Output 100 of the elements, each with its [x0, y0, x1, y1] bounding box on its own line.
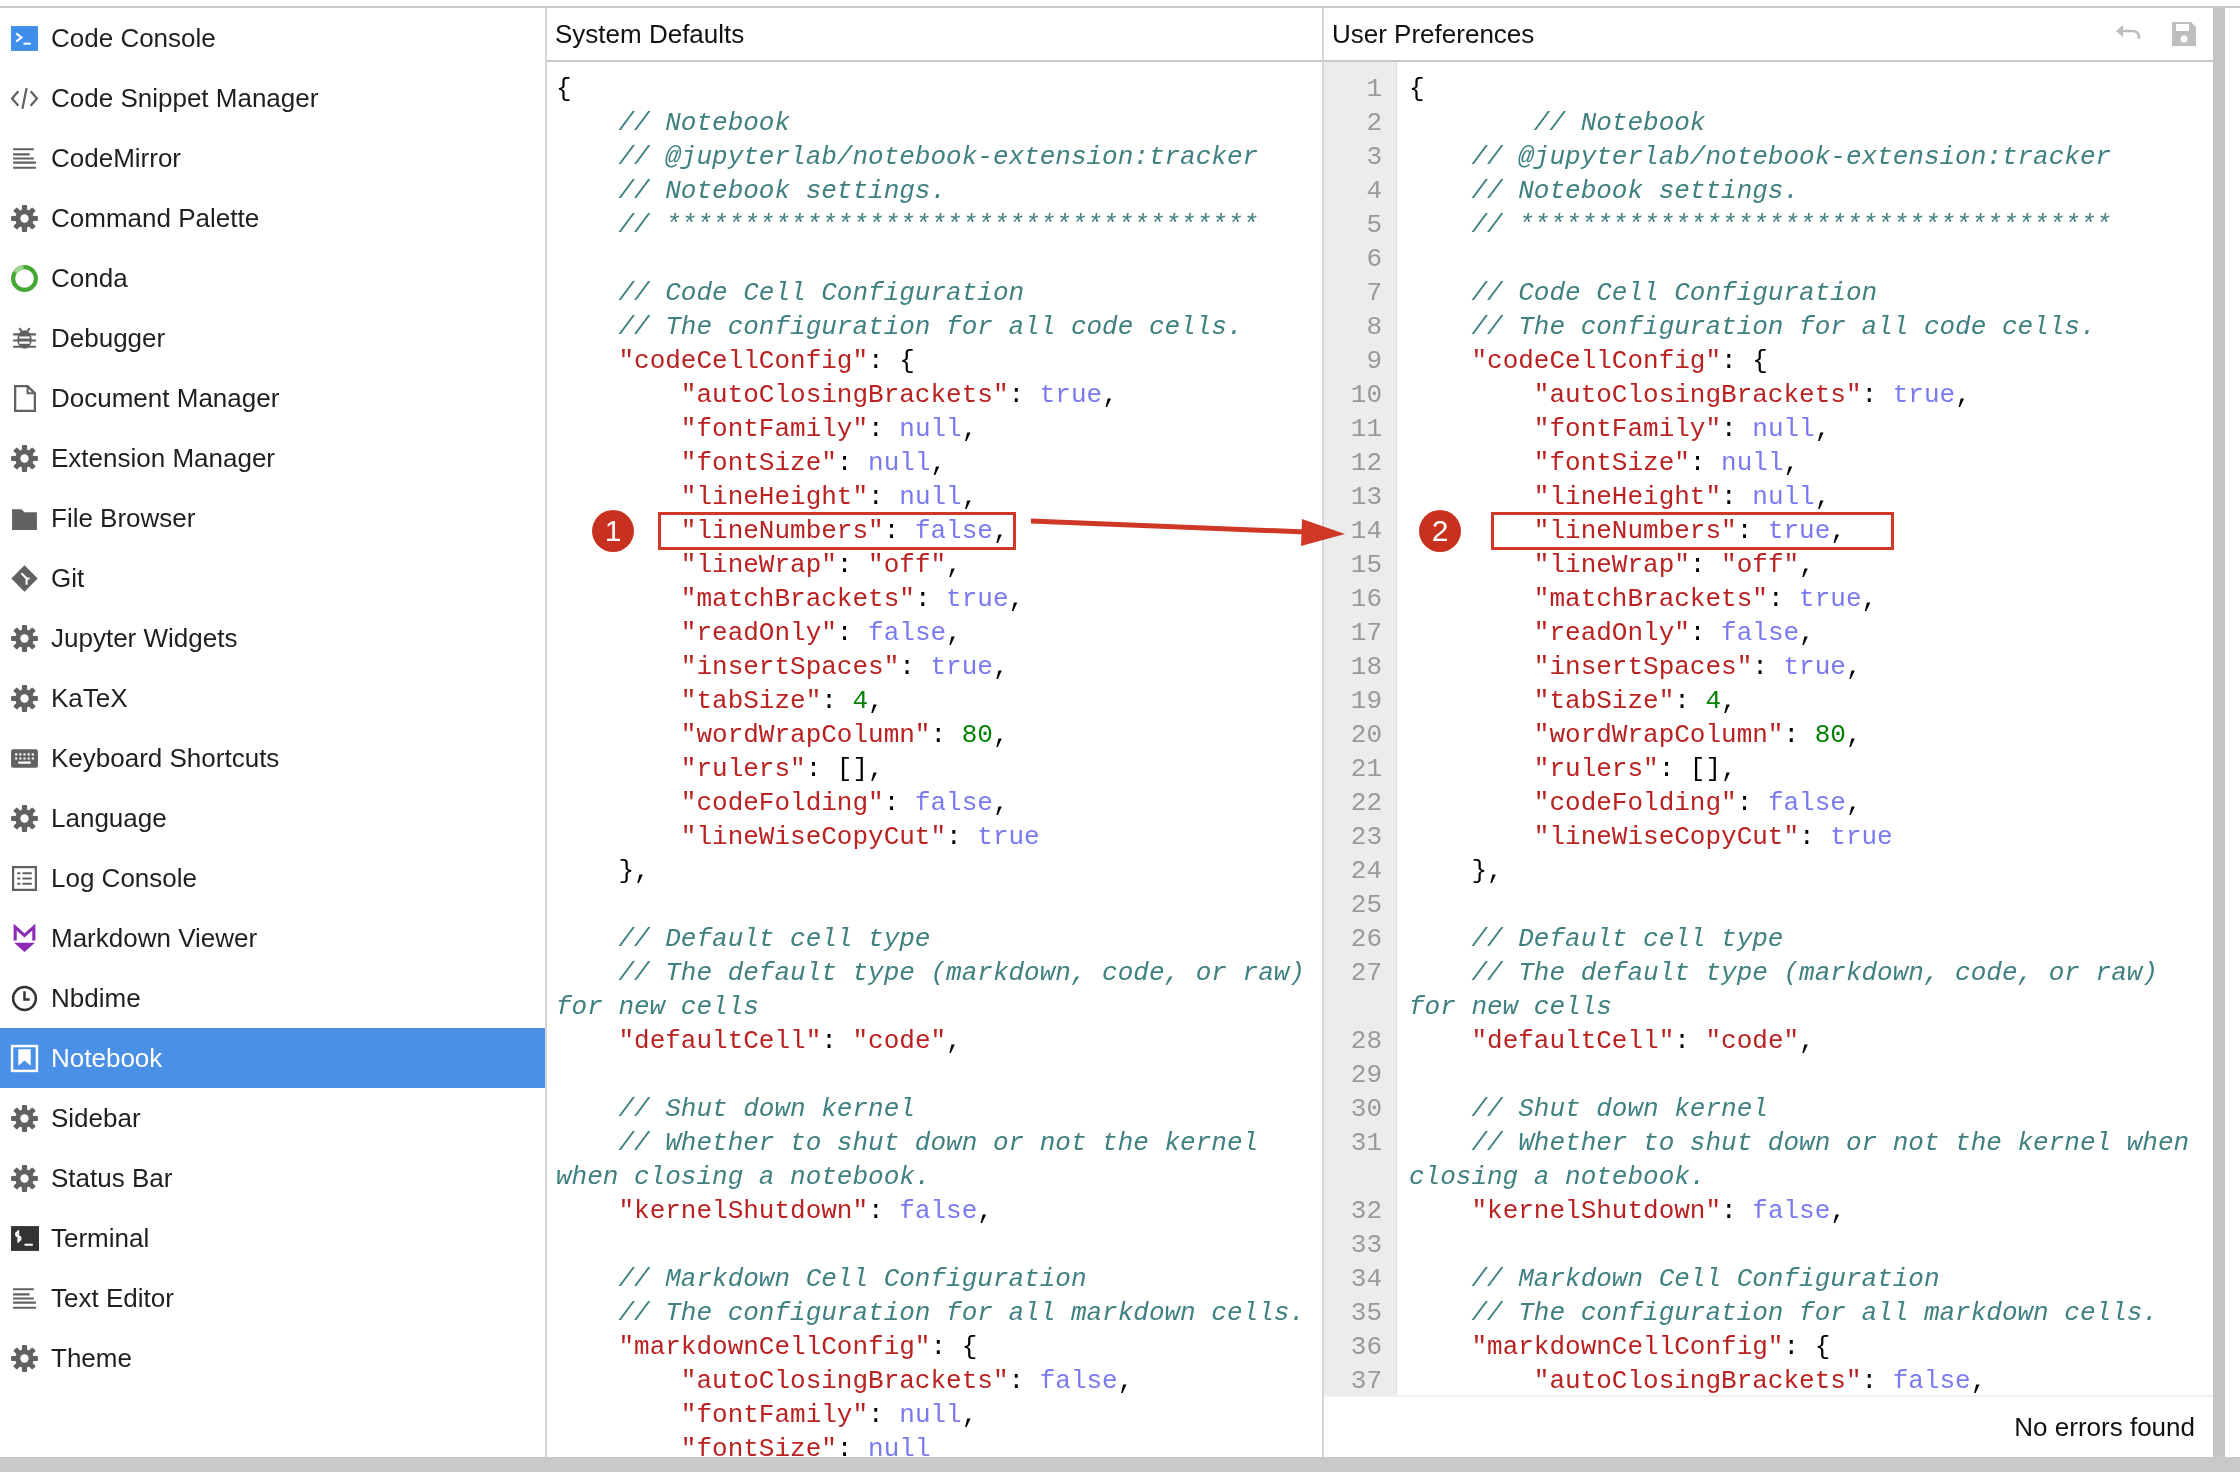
sidebar-item[interactable]: Text Editor — [0, 1268, 545, 1328]
settings-icon — [10, 1163, 39, 1193]
line-number: 27 — [1349, 957, 1383, 990]
settings-icon — [10, 623, 39, 653]
code-line: "autoClosingBrackets": false, — [1533, 1366, 1987, 1395]
sidebar-item[interactable]: Log Console — [0, 848, 545, 908]
list-icon — [10, 863, 39, 893]
code-line: "defaultCell": "code", — [618, 1026, 962, 1056]
code-line: "fontFamily": null, — [680, 414, 978, 444]
code-line: "markdownCellConfig": { — [1471, 1332, 1831, 1362]
code-line: "defaultCell": "code", — [1471, 1026, 1815, 1056]
code-line: "tabSize": 4, — [680, 686, 884, 716]
sidebar-item[interactable]: Document Manager — [0, 368, 545, 428]
code-line: "matchBrackets": true, — [680, 584, 1025, 614]
line-number: 2 — [1365, 107, 1383, 140]
code-line: { — [1409, 74, 1425, 104]
code-line: // The configuration for all code cells. — [618, 312, 1243, 342]
step-marker: 1 — [592, 510, 634, 552]
line-number: 21 — [1349, 753, 1383, 786]
line-number: 20 — [1349, 719, 1383, 752]
line-number: 32 — [1349, 1195, 1383, 1228]
code-line: // Shut down kernel — [1471, 1094, 1768, 1124]
scrollbar[interactable] — [0, 1457, 2240, 1472]
line-number: 13 — [1349, 481, 1383, 514]
line-number: 36 — [1349, 1331, 1383, 1364]
status-message: No errors found — [2014, 1411, 2195, 1443]
line-number: 8 — [1365, 311, 1383, 344]
sidebar-item[interactable]: Language — [0, 788, 545, 848]
code-line: // Notebook settings. — [1471, 176, 1800, 206]
code-line: // The configuration for all markdown cells. — [618, 1298, 1305, 1328]
line-number: 17 — [1349, 617, 1383, 650]
line-number: 22 — [1349, 787, 1383, 820]
line-number: 31 — [1349, 1127, 1383, 1160]
line-number: 16 — [1349, 583, 1383, 616]
settings-icon — [10, 443, 39, 473]
sidebar-item[interactable]: Conda — [0, 248, 545, 308]
code-line: // ************************************** — [1471, 210, 2112, 240]
line-number: 7 — [1365, 277, 1383, 310]
line-number: 24 — [1349, 855, 1383, 888]
sidebar-item[interactable]: File Browser — [0, 488, 545, 548]
line-number: 30 — [1349, 1093, 1383, 1126]
code-line: "lineNumbers": false, — [680, 516, 1009, 546]
code-line: "autoClosingBrackets": true, — [1533, 380, 1971, 410]
ring-icon — [10, 263, 39, 293]
code-line: "codeCellConfig": { — [618, 346, 915, 376]
terminal-icon — [10, 1223, 39, 1253]
code-line: "rulers": [], — [680, 754, 884, 784]
line-number: 19 — [1349, 685, 1383, 718]
settings-icon — [10, 1103, 39, 1133]
sidebar-item[interactable]: Nbdime — [0, 968, 545, 1028]
code-line: "autoClosingBrackets": true, — [680, 380, 1118, 410]
sidebar-item[interactable]: Keyboard Shortcuts — [0, 728, 545, 788]
line-number: 3 — [1365, 141, 1383, 174]
code-line: }, — [1471, 856, 1503, 886]
line-number: 25 — [1349, 889, 1383, 922]
line-number: 1 — [1365, 73, 1383, 106]
code-line: // @jupyterlab/notebook-extension:tracker — [1471, 142, 2112, 172]
code-line: "codeCellConfig": { — [1471, 346, 1768, 376]
code-line: "fontSize": null — [680, 1434, 931, 1457]
line-number: 15 — [1349, 549, 1383, 582]
bookmark-icon — [10, 1043, 39, 1073]
sidebar-item[interactable]: Jupyter Widgets — [0, 608, 545, 668]
console-icon — [10, 23, 39, 53]
sidebar-item[interactable]: Sidebar — [0, 1088, 545, 1148]
settings-icon — [10, 683, 39, 713]
sidebar-item[interactable]: Extension Manager — [0, 428, 545, 488]
sidebar-item[interactable]: Command Palette — [0, 188, 545, 248]
sidebar-item[interactable]: CodeMirror — [0, 128, 545, 188]
save-icon[interactable] — [2169, 19, 2199, 49]
code-line: }, — [618, 856, 650, 886]
sidebar-item[interactable]: Markdown Viewer — [0, 908, 545, 968]
line-number: 6 — [1365, 243, 1383, 276]
settings-icon — [10, 203, 39, 233]
line-number: 23 — [1349, 821, 1383, 854]
code-line: "codeFolding": false, — [680, 788, 1009, 818]
line-number: 12 — [1349, 447, 1383, 480]
panel-title: System Defaults — [555, 18, 746, 50]
scrollbar[interactable] — [2213, 8, 2225, 1457]
sidebar-item[interactable]: Git — [0, 548, 545, 608]
sidebar-item[interactable]: Status Bar — [0, 1148, 545, 1208]
code-line: "lineWiseCopyCut": true — [1533, 822, 1893, 852]
code-line: // Default cell type — [618, 924, 931, 954]
sidebar-item[interactable]: Code Snippet Manager — [0, 68, 545, 128]
sidebar-item[interactable]: Theme — [0, 1328, 545, 1388]
clock-icon — [10, 983, 39, 1013]
sidebar-item[interactable]: Debugger — [0, 308, 545, 368]
sidebar-item[interactable]: KaTeX — [0, 668, 545, 728]
code-line: "insertSpaces": true, — [680, 652, 1009, 682]
code-line: { — [556, 74, 572, 104]
line-number: 10 — [1349, 379, 1383, 412]
sidebar-item[interactable]: Code Console — [0, 8, 545, 68]
code-line: // Default cell type — [1471, 924, 1784, 954]
code-line: // The default type (markdown, code, or raw) for new cells — [556, 958, 1306, 1022]
settings-icon — [10, 803, 39, 833]
line-number: 28 — [1349, 1025, 1383, 1058]
line-number: 34 — [1349, 1263, 1383, 1296]
code-line: "lineHeight": null, — [1533, 482, 1831, 512]
code-line: "insertSpaces": true, — [1533, 652, 1862, 682]
code-line: "lineWrap": "off", — [1533, 550, 1815, 580]
sidebar-item[interactable]: Terminal — [0, 1208, 545, 1268]
